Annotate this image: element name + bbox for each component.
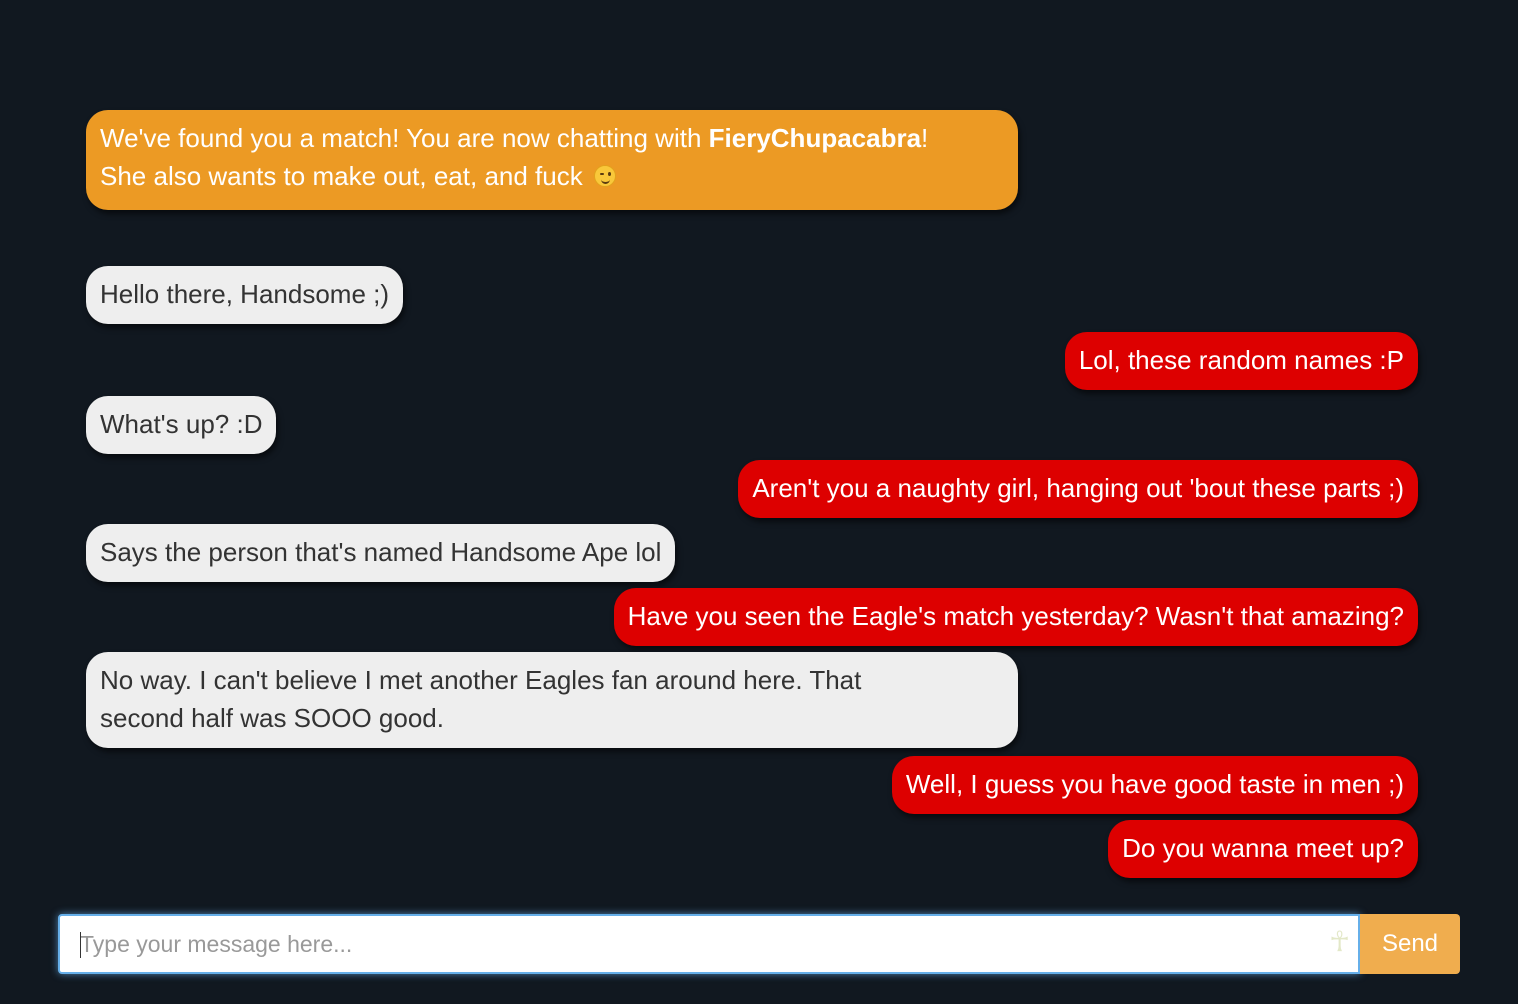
match-interests-text: She also wants to make out, eat, and fuc… [100, 161, 583, 191]
message-sent: Have you seen the Eagle's match yesterda… [613, 588, 1418, 646]
match-name: FieryChupacabra [708, 123, 922, 153]
message-received: No way. I can't believe I met another Ea… [86, 652, 1018, 748]
match-found-message: We've found you a match! You are now cha… [86, 110, 1018, 210]
send-button[interactable]: Send [1360, 914, 1460, 974]
winking-face-emoji-icon [593, 165, 616, 187]
message-received: What's up? :D [86, 396, 277, 454]
chat-messages: We've found you a match! You are now cha… [86, 110, 1418, 890]
message-sent: Aren't you a naughty girl, hanging out '… [738, 460, 1418, 518]
message-input[interactable] [60, 916, 1310, 972]
message-received: Says the person that's named Handsome Ap… [86, 524, 676, 582]
match-intro-text: We've found you a match! You are now cha… [100, 123, 709, 153]
message-sent: Well, I guess you have good taste in men… [891, 756, 1418, 814]
message-sent: Do you wanna meet up? [1108, 820, 1418, 878]
message-sent: Lol, these random names :P [1064, 332, 1418, 390]
match-intro-suffix: ! [921, 123, 929, 153]
message-received: Hello there, Handsome ;) [86, 266, 404, 324]
message-input-wrapper[interactable]: ☥ [58, 914, 1360, 974]
text-cursor [80, 932, 81, 958]
ankh-icon[interactable]: ☥ [1329, 922, 1350, 962]
